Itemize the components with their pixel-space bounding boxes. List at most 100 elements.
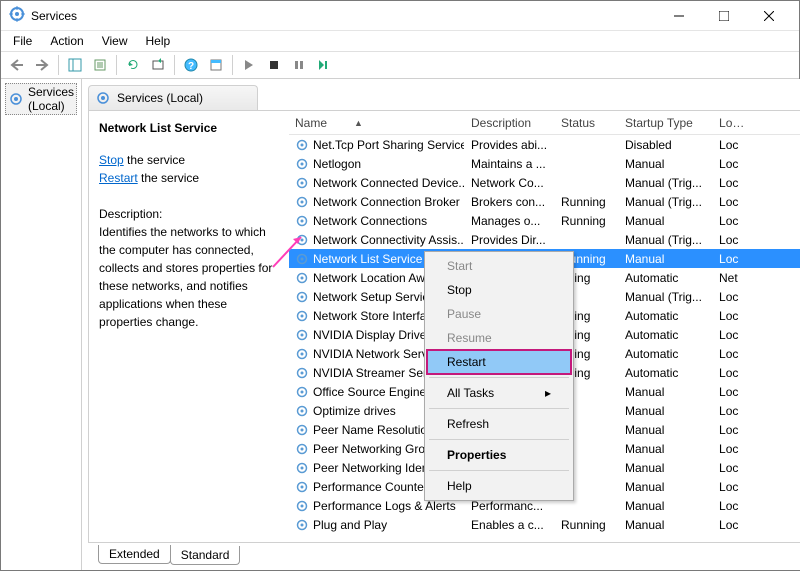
back-button[interactable] [5,53,29,77]
service-description: Enables a c... [465,515,555,535]
service-startup: Manual [619,249,713,269]
table-row[interactable]: NetlogonMaintains a ...ManualLoc [289,154,800,173]
restart-service-button[interactable] [312,53,336,77]
service-logon: Loc [713,154,753,174]
pause-service-button[interactable] [287,53,311,77]
separator [232,55,233,75]
maximize-button[interactable] [701,2,746,30]
context-all-tasks[interactable]: All Tasks▸ [427,381,571,405]
table-row[interactable]: Network Connected Device...Network Co...… [289,173,800,192]
service-description: Brokers con... [465,192,555,212]
tab-standard[interactable]: Standard [170,546,241,565]
service-startup: Automatic [619,268,713,288]
service-logon: Loc [713,135,753,155]
service-logon: Loc [713,306,753,326]
service-name: Network Connections [313,214,427,228]
gear-icon [295,271,309,285]
separator [58,55,59,75]
titlebar: Services [1,1,799,31]
gear-icon [295,157,309,171]
stop-service-button[interactable] [262,53,286,77]
service-logon: Loc [713,420,753,440]
service-logon: Loc [713,363,753,383]
refresh-button[interactable] [121,53,145,77]
header-startup[interactable]: Startup Type [619,113,713,133]
context-stop[interactable]: Stop [427,278,571,302]
tree-root-services[interactable]: Services (Local) [5,83,77,115]
properties-button[interactable] [204,53,228,77]
window-controls [656,2,791,30]
export-list-button[interactable] [146,53,170,77]
table-row[interactable]: Plug and PlayEnables a c...RunningManual… [289,515,800,534]
menu-view[interactable]: View [94,32,136,50]
service-startup: Manual [619,401,713,421]
service-name: Plug and Play [313,518,387,532]
gear-icon [295,423,309,437]
export-button[interactable] [88,53,112,77]
menu-action[interactable]: Action [42,32,91,50]
separator [429,377,569,378]
service-name: Network List Service [313,252,422,266]
table-row[interactable]: Network Connectivity Assis...Provides Di… [289,230,800,249]
table-row[interactable]: Network ConnectionsManages o...RunningMa… [289,211,800,230]
gear-icon [295,480,309,494]
start-service-button[interactable] [237,53,261,77]
show-hide-tree-button[interactable] [63,53,87,77]
forward-button[interactable] [30,53,54,77]
header-description[interactable]: Description [465,113,555,133]
service-logon: Loc [713,325,753,345]
service-description: Maintains a ... [465,154,555,174]
header-name[interactable]: Name▲ [289,113,465,133]
service-name: Network Location Aw [313,271,425,285]
help-button[interactable]: ? [179,53,203,77]
header-logon[interactable]: Log On As [713,113,753,133]
service-status: Running [555,515,619,535]
service-startup: Disabled [619,135,713,155]
context-help[interactable]: Help [427,474,571,498]
tree-root-label: Services (Local) [28,85,74,113]
service-name: Net.Tcp Port Sharing Service [313,138,465,152]
service-startup: Manual (Trig... [619,173,713,193]
gear-icon [295,499,309,513]
service-startup: Manual (Trig... [619,230,713,250]
gear-icon [295,461,309,475]
service-status: Running [555,192,619,212]
service-name: Peer Name Resolutio [313,423,427,437]
gear-icon [295,518,309,532]
minimize-button[interactable] [656,2,701,30]
menu-help[interactable]: Help [138,32,179,50]
window-title: Services [31,9,656,23]
service-list: Name▲ Description Status Startup Type Lo… [289,111,800,542]
context-pause: Pause [427,302,571,326]
services-window: Services File Action View Help ? [0,0,800,571]
description-label: Description: [99,205,279,223]
table-row[interactable]: Network Connection BrokerBrokers con...R… [289,192,800,211]
service-logon: Loc [713,287,753,307]
detail-title: Network List Service [99,119,279,137]
service-logon: Loc [713,496,753,516]
gear-icon [295,309,309,323]
right-pane: Services (Local) Network List Service St… [82,79,800,570]
gear-icon [295,214,309,228]
context-properties[interactable]: Properties [427,443,571,467]
service-name: Network Connected Device... [313,176,465,190]
gear-icon [295,138,309,152]
table-row[interactable]: Net.Tcp Port Sharing ServiceProvides abi… [289,135,800,154]
tab-extended[interactable]: Extended [98,545,171,564]
close-button[interactable] [746,2,791,30]
service-startup: Manual [619,477,713,497]
service-status [555,503,619,509]
service-startup: Automatic [619,344,713,364]
context-refresh[interactable]: Refresh [427,412,571,436]
header-status[interactable]: Status [555,113,619,133]
services-icon [9,6,25,25]
context-restart[interactable]: Restart [427,350,571,374]
service-description: Provides abi... [465,135,555,155]
stop-link[interactable]: Stop [99,153,124,167]
service-name: Office Source Engine [313,385,426,399]
restart-link[interactable]: Restart [99,171,138,185]
service-name: Network Setup Servic [313,290,428,304]
service-name: Network Connectivity Assis... [313,233,465,247]
gear-icon [295,290,309,304]
menu-file[interactable]: File [5,32,40,50]
